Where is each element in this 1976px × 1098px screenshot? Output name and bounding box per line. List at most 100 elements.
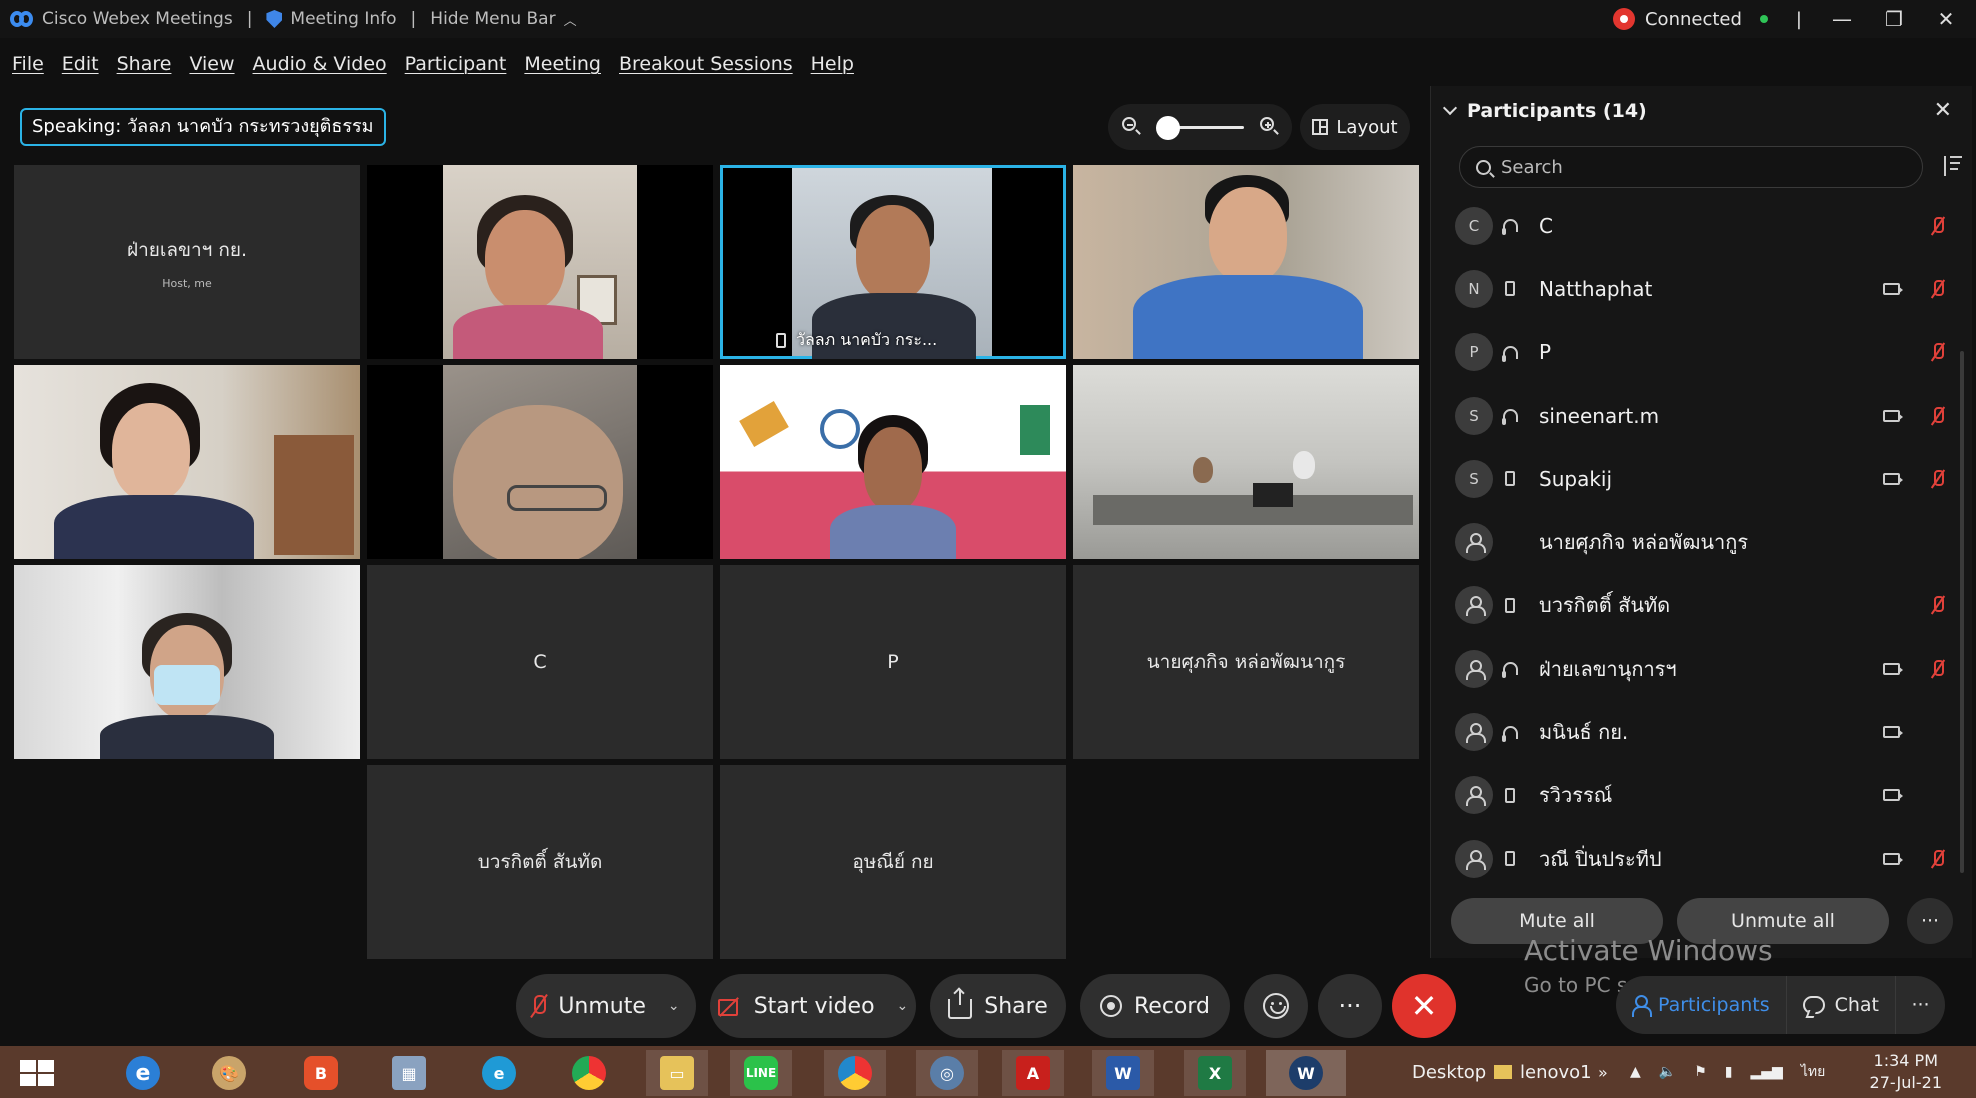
power-icon[interactable]: ▮ [1725, 1064, 1733, 1080]
menu-audio-video[interactable]: Audio & Video [253, 53, 387, 75]
mic-muted-icon[interactable] [1933, 406, 1944, 425]
menu-view[interactable]: View [189, 53, 234, 75]
menu-help[interactable]: Help [811, 53, 854, 75]
more-options-button[interactable]: ··· [1318, 974, 1382, 1038]
video-tile-participant-6[interactable] [367, 365, 713, 559]
meeting-info-button[interactable]: Meeting Info [256, 9, 406, 29]
restore-button[interactable]: ❐ [1882, 7, 1906, 31]
chat-tab[interactable]: Chat [1785, 976, 1895, 1034]
mic-muted-icon[interactable] [1933, 659, 1944, 678]
zoom-out-icon[interactable] [1122, 117, 1140, 135]
internet-explorer-icon[interactable]: e [112, 1050, 174, 1096]
user-toolbar[interactable]: lenovo1 [1494, 1046, 1592, 1098]
video-tile-borakit[interactable]: บวรกิตติ์ สันทัด [367, 765, 713, 959]
video-tile-participant-5[interactable] [14, 365, 360, 559]
end-meeting-button[interactable]: ✕ [1392, 974, 1456, 1038]
chrome-browser-icon[interactable] [558, 1050, 620, 1096]
participant-row[interactable]: นายศุภกิจ หล่อพัฒนากูร [1455, 510, 1955, 573]
taskbar-clock[interactable]: 1:34 PM 27-Jul-21 [1870, 1050, 1942, 1094]
reactions-button[interactable] [1244, 974, 1308, 1038]
active-speaker-label: วัลลภ นาคบัว กระ... [776, 328, 937, 353]
speaker-icon[interactable]: 🔈 [1659, 1064, 1676, 1080]
participant-row[interactable]: รวิวรรณ์ [1455, 764, 1955, 827]
language-indicator[interactable]: ไทย [1801, 1061, 1825, 1083]
participant-search-input[interactable]: Search [1459, 146, 1923, 188]
close-panel-button[interactable]: ✕ [1934, 98, 1952, 123]
chevron-down-icon[interactable]: ⌄ [897, 998, 909, 1014]
start-video-button[interactable]: Start video ⌄ [710, 974, 916, 1038]
menu-edit[interactable]: Edit [62, 53, 99, 75]
participants-header[interactable]: Participants (14) [1442, 100, 1647, 122]
share-button[interactable]: Share [930, 974, 1066, 1038]
sort-list-icon[interactable] [1942, 156, 1962, 176]
connection-status[interactable]: Connected [1612, 8, 1768, 30]
line-app-icon[interactable]: LINE [730, 1050, 792, 1096]
close-window-button[interactable]: ✕ [1934, 7, 1958, 31]
edge-browser-icon[interactable]: e [468, 1050, 530, 1096]
network-signal-icon[interactable]: ▂▄▆ [1751, 1064, 1783, 1080]
more-panels-button[interactable]: ··· [1895, 976, 1945, 1034]
participant-row[interactable]: N Natthaphat [1455, 257, 1955, 320]
mic-muted-icon[interactable] [1933, 469, 1944, 488]
video-tile-host[interactable]: ฝ่ายเลขาฯ กย. Host, me [14, 165, 360, 359]
menu-meeting[interactable]: Meeting [524, 53, 601, 75]
menu-breakout-sessions[interactable]: Breakout Sessions [619, 53, 793, 75]
participants-tab[interactable]: Participants [1616, 976, 1786, 1034]
layout-button[interactable]: Layout [1300, 104, 1410, 150]
participant-list-scrollbar[interactable] [1960, 351, 1964, 873]
browser-app-icon[interactable] [824, 1050, 886, 1096]
avatar: S [1455, 396, 1493, 435]
brave-browser-icon[interactable]: B [290, 1050, 352, 1096]
calculator-icon[interactable]: ▦ [378, 1050, 440, 1096]
desktop-toolbar[interactable]: Desktop [1412, 1046, 1486, 1098]
minimize-button[interactable]: — [1830, 7, 1854, 31]
mic-muted-icon[interactable] [1933, 216, 1944, 235]
participant-row[interactable]: S Supakij [1455, 447, 1955, 510]
word-icon[interactable]: W [1092, 1050, 1154, 1096]
mic-muted-icon[interactable] [1933, 849, 1944, 868]
zoom-in-icon[interactable] [1260, 117, 1278, 135]
video-tile-participant-4[interactable] [1073, 165, 1419, 359]
video-tile-supakit[interactable]: นายศุภกิจ หล่อพัฒนากูร [1073, 565, 1419, 759]
mic-muted-icon[interactable] [1933, 596, 1944, 614]
participant-row[interactable]: วณี ปิ่นประทีป [1455, 827, 1955, 890]
record-button[interactable]: Record [1080, 974, 1230, 1038]
participant-row[interactable]: P P [1455, 321, 1955, 384]
video-tile-participant-2[interactable] [367, 165, 713, 359]
video-tile-ounnee[interactable]: อุษณีย์ กย [720, 765, 1066, 959]
participant-row[interactable]: S sineenart.m [1455, 384, 1955, 447]
app-globe-icon[interactable]: ◎ [916, 1050, 978, 1096]
participant-row[interactable]: C C [1455, 194, 1955, 257]
participant-row[interactable]: ฝ่ายเลขานุการฯ [1455, 637, 1955, 700]
menu-share[interactable]: Share [117, 53, 172, 75]
hide-menu-bar-button[interactable]: Hide Menu Bar ︿ [420, 9, 586, 29]
menu-file[interactable]: File [12, 53, 44, 75]
zoom-slider-handle[interactable] [1156, 116, 1180, 140]
participant-options-button[interactable]: ··· [1907, 898, 1953, 944]
video-tile-p[interactable]: P [720, 565, 1066, 759]
video-tile-participant-7[interactable] [720, 365, 1066, 559]
paint-icon[interactable]: 🎨 [198, 1050, 260, 1096]
mute-all-button[interactable]: Mute all [1451, 898, 1663, 944]
video-tile-active-speaker[interactable]: วัลลภ นาคบัว กระ... [720, 165, 1066, 359]
windows-start-icon[interactable] [20, 1060, 56, 1088]
menu-participant[interactable]: Participant [405, 53, 507, 75]
video-tile-participant-8[interactable] [1073, 365, 1419, 559]
participant-row[interactable]: บวรกิตติ์ สันทัด [1455, 574, 1955, 637]
participant-row[interactable]: มนินธ์ กย. [1455, 700, 1955, 763]
webex-taskbar-icon[interactable]: W [1266, 1050, 1346, 1096]
file-explorer-icon[interactable]: ▭ [646, 1050, 708, 1096]
flag-icon[interactable]: ⚑ [1694, 1064, 1707, 1080]
toolbar-overflow-icon[interactable]: » [1598, 1046, 1608, 1098]
unmute-all-button[interactable]: Unmute all [1677, 898, 1889, 944]
excel-icon[interactable]: X [1184, 1050, 1246, 1096]
avatar [1455, 713, 1493, 752]
mic-muted-icon[interactable] [1933, 343, 1944, 361]
unmute-button[interactable]: Unmute ⌄ [516, 974, 696, 1038]
video-tile-c[interactable]: C [367, 565, 713, 759]
mic-muted-icon[interactable] [1933, 279, 1944, 298]
video-tile-participant-9[interactable] [14, 565, 360, 759]
chevron-down-icon[interactable]: ⌄ [668, 998, 680, 1014]
show-hidden-icons[interactable]: ▲ [1630, 1064, 1641, 1080]
acrobat-icon[interactable]: A [1002, 1050, 1064, 1096]
